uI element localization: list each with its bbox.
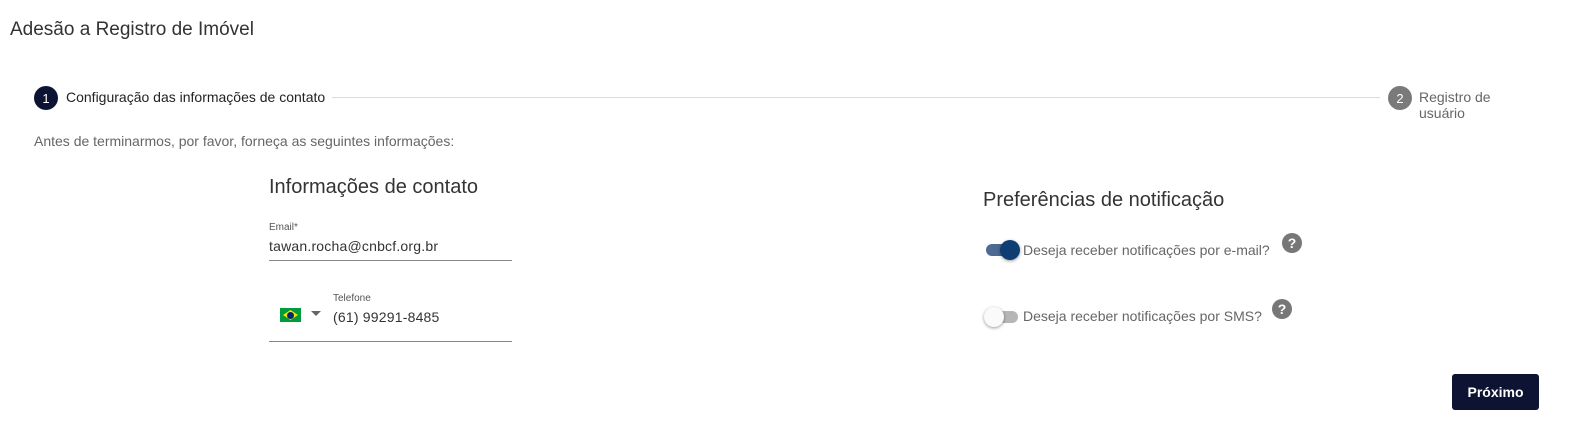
phone-underline — [269, 341, 512, 342]
sms-notification-toggle[interactable] — [984, 307, 1020, 327]
stepper-connector — [332, 97, 1380, 98]
email-label: Email* — [269, 222, 298, 233]
step-2-number[interactable]: 2 — [1388, 86, 1412, 110]
email-notification-label: Deseja receber notificações por e-mail? — [1023, 242, 1270, 258]
contact-section-title: Informações de contato — [269, 176, 479, 198]
step-1-number[interactable]: 1 — [34, 86, 58, 110]
phone-label: Telefone — [333, 293, 371, 304]
email-underline — [269, 260, 512, 261]
stepper: 1 Configuração das informações de contat… — [34, 86, 1540, 121]
phone-field[interactable]: (61) 99291-8485 — [333, 309, 440, 325]
intro-text: Antes de terminarmos, por favor, forneça… — [34, 133, 455, 149]
email-field[interactable]: tawan.rocha@cnbcf.org.br — [269, 238, 438, 254]
toggle-thumb — [984, 307, 1004, 327]
email-notification-toggle[interactable] — [984, 240, 1020, 260]
brazil-flag-icon[interactable] — [280, 308, 301, 322]
next-button[interactable]: Próximo — [1452, 374, 1539, 410]
notification-section-title: Preferências de notificação — [983, 189, 1225, 211]
help-icon[interactable]: ? — [1272, 299, 1292, 319]
sms-notification-label: Deseja receber notificações por SMS? — [1023, 308, 1262, 324]
step-1-label[interactable]: Configuração das informações de contato — [66, 89, 325, 105]
toggle-thumb — [1000, 240, 1020, 260]
chevron-down-icon[interactable] — [311, 311, 321, 316]
page-title: Adesão a Registro de Imóvel — [10, 19, 254, 40]
flag-globe — [287, 311, 294, 319]
step-2-label[interactable]: Registro de usuário — [1419, 89, 1540, 121]
help-icon[interactable]: ? — [1282, 233, 1302, 253]
